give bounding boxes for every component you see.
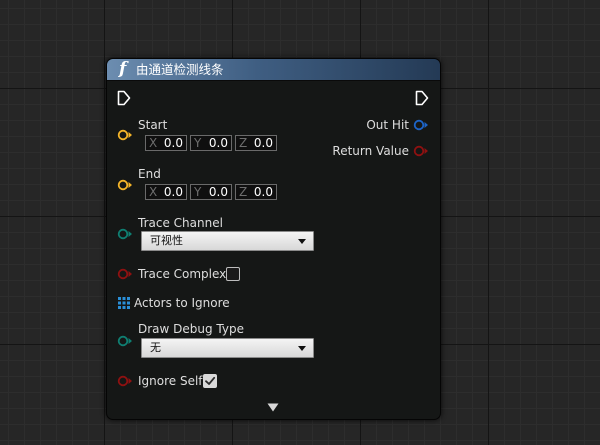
exec-input-pin-icon[interactable] — [117, 90, 131, 106]
end-label: End — [138, 167, 161, 181]
end-x-field[interactable]: X 0.0 — [145, 184, 187, 200]
node-title: 由通道检测线条 — [136, 62, 224, 77]
trace-channel-label: Trace Channel — [138, 216, 223, 230]
draw-debug-type-enum-pin-icon[interactable] — [117, 335, 133, 347]
start-x-value: 0.0 — [163, 136, 183, 150]
z-axis-label: Z — [239, 185, 248, 199]
start-z-value: 0.0 — [253, 136, 273, 150]
chevron-down-icon — [298, 346, 306, 351]
expand-advanced-arrow-icon[interactable] — [267, 403, 279, 412]
ignore-self-label: Ignore Self — [138, 374, 203, 388]
draw-debug-type-value: 无 — [150, 341, 161, 354]
z-axis-label: Z — [239, 136, 248, 150]
line-trace-by-channel-node[interactable]: f 由通道检测线条 Start X 0.0 Y 0.0 Z 0.0 Out Hi… — [106, 58, 441, 420]
end-y-value: 0.0 — [208, 185, 228, 199]
return-value-label: Return Value — [332, 144, 409, 158]
start-y-value: 0.0 — [208, 136, 228, 150]
end-z-value: 0.0 — [253, 185, 273, 199]
end-y-field[interactable]: Y 0.0 — [190, 184, 232, 200]
end-z-field[interactable]: Z 0.0 — [235, 184, 277, 200]
draw-debug-type-label: Draw Debug Type — [138, 322, 244, 336]
checkmark-icon — [205, 376, 216, 385]
trace-complex-bool-pin-icon[interactable] — [117, 268, 133, 280]
start-z-field[interactable]: Z 0.0 — [235, 135, 277, 151]
trace-complex-label: Trace Complex — [138, 267, 227, 281]
trace-channel-enum-pin-icon[interactable] — [117, 228, 133, 240]
y-axis-label: Y — [194, 136, 202, 150]
end-vector-pin-icon[interactable] — [117, 179, 133, 191]
chevron-down-icon — [298, 239, 306, 244]
y-axis-label: Y — [194, 185, 202, 199]
exec-output-pin-icon[interactable] — [415, 90, 429, 106]
x-axis-label: X — [149, 185, 158, 199]
trace-channel-value: 可视性 — [150, 234, 183, 247]
ignore-self-bool-pin-icon[interactable] — [117, 375, 133, 387]
x-axis-label: X — [149, 136, 158, 150]
function-icon: f — [119, 59, 127, 79]
return-value-bool-pin-icon[interactable] — [413, 145, 429, 157]
start-vector-pin-icon[interactable] — [117, 129, 133, 141]
trace-complex-checkbox[interactable] — [226, 267, 240, 281]
actors-to-ignore-label: Actors to Ignore — [134, 296, 230, 310]
end-x-value: 0.0 — [163, 185, 183, 199]
actors-to-ignore-array-pin-icon[interactable] — [118, 297, 130, 309]
node-header[interactable]: f 由通道检测线条 — [107, 59, 440, 81]
start-y-field[interactable]: Y 0.0 — [190, 135, 232, 151]
out-hit-struct-pin-icon[interactable] — [413, 119, 429, 131]
start-label: Start — [138, 118, 168, 132]
ignore-self-checkbox[interactable] — [203, 374, 217, 388]
draw-debug-type-dropdown[interactable]: 无 — [141, 338, 314, 358]
out-hit-label: Out Hit — [366, 118, 409, 132]
trace-channel-dropdown[interactable]: 可视性 — [141, 231, 314, 251]
start-x-field[interactable]: X 0.0 — [145, 135, 187, 151]
